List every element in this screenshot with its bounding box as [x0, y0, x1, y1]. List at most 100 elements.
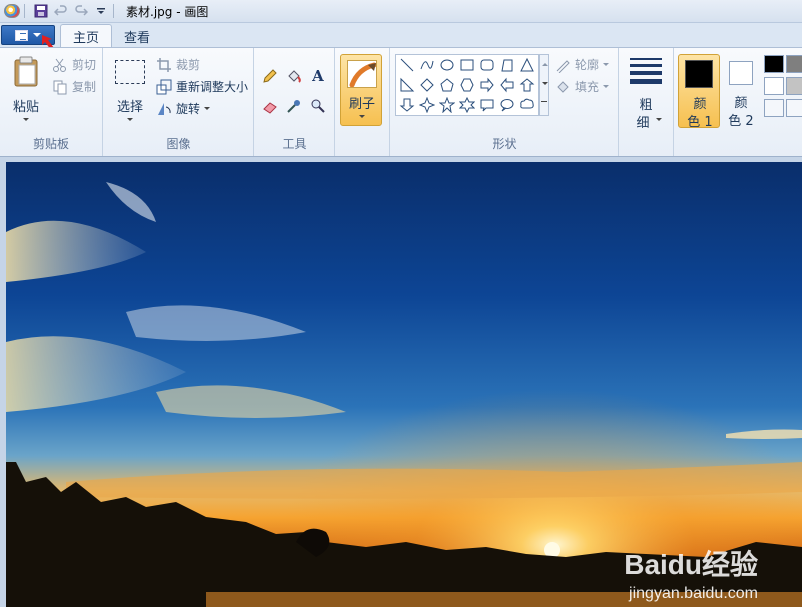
- oval-callout-shape-icon[interactable]: [498, 97, 516, 113]
- palette-swatch-empty[interactable]: [764, 99, 784, 117]
- magnifier-icon: [311, 99, 325, 113]
- size-group: 粗 细: [620, 48, 674, 156]
- tools-group-label: 工具: [282, 137, 307, 151]
- clipboard-group: 粘贴 剪切 复制 剪贴板: [0, 48, 103, 156]
- triangle-shape-icon[interactable]: [518, 57, 536, 73]
- chevron-down-icon: [656, 118, 662, 121]
- outline-label: 轮廓: [575, 58, 600, 72]
- watermark-brand: Baidu经验: [624, 549, 758, 580]
- rect-callout-shape-icon[interactable]: [478, 97, 496, 113]
- palette-swatch[interactable]: [764, 55, 784, 73]
- brushes-button[interactable]: 刷子: [340, 54, 382, 126]
- brushes-group: 刷子: [336, 48, 390, 156]
- line-shape-icon[interactable]: [398, 57, 416, 73]
- undo-icon[interactable]: [53, 3, 69, 19]
- text-tool[interactable]: A: [307, 66, 329, 86]
- size-label-line2: 细: [636, 116, 650, 131]
- copy-icon: [53, 80, 67, 94]
- ribbon-tab-row: 主页 查看: [0, 23, 802, 48]
- watermark-url: jingyan.baidu.com: [629, 585, 758, 602]
- watermark: Baidu经验: [624, 543, 758, 583]
- palette-swatch-empty[interactable]: [786, 99, 802, 117]
- title-bar: 素材.jpg - 画图: [0, 0, 802, 23]
- canvas-area[interactable]: Baidu经验 jingyan.baidu.com: [0, 157, 802, 607]
- chevron-down-icon: [603, 85, 610, 88]
- color1-button[interactable]: 颜 色 1: [678, 54, 720, 130]
- rectangle-shape-icon[interactable]: [458, 57, 476, 73]
- paste-button[interactable]: 粘贴: [6, 52, 46, 130]
- four-point-star-shape-icon[interactable]: [418, 97, 436, 113]
- tools-group: A 工具: [255, 48, 335, 156]
- sunset-scene: [6, 162, 802, 607]
- crop-button[interactable]: 裁剪: [156, 56, 200, 73]
- save-icon[interactable]: [33, 3, 49, 19]
- color2-label-line2: 色 2: [728, 114, 754, 129]
- chevron-down-icon: [603, 63, 610, 66]
- copy-label: 复制: [72, 80, 97, 94]
- size-button[interactable]: 粗 细: [624, 54, 668, 132]
- brushes-label: 刷子: [348, 97, 375, 112]
- fill-button[interactable]: 填充: [555, 78, 610, 95]
- tab-home[interactable]: 主页: [60, 24, 113, 48]
- oval-shape-icon[interactable]: [438, 57, 456, 73]
- color2-label-line1: 颜: [734, 96, 748, 111]
- six-point-star-shape-icon[interactable]: [458, 97, 476, 113]
- color2-button[interactable]: 颜 色 2: [723, 54, 765, 129]
- color-picker-tool[interactable]: [283, 96, 305, 116]
- crop-icon: [157, 57, 171, 72]
- arrow-down-shape-icon[interactable]: [398, 97, 416, 113]
- window-title: 素材.jpg - 画图: [126, 4, 209, 19]
- pencil-tool[interactable]: [259, 66, 281, 86]
- paste-label: 粘贴: [12, 100, 39, 115]
- fill-label: 填充: [575, 80, 600, 94]
- color2-swatch: [729, 61, 753, 85]
- menu-icon: [15, 29, 28, 41]
- scissors-icon: [53, 58, 66, 72]
- diamond-shape-icon[interactable]: [418, 77, 436, 93]
- polygon-shape-icon[interactable]: [498, 57, 516, 73]
- copy-button[interactable]: 复制: [52, 78, 96, 95]
- redo-icon[interactable]: [73, 3, 89, 19]
- five-point-star-shape-icon[interactable]: [438, 97, 456, 113]
- eraser-icon: [263, 102, 277, 114]
- fill-tool[interactable]: [283, 66, 305, 86]
- select-button[interactable]: 选择: [110, 52, 150, 130]
- cut-button[interactable]: 剪切: [52, 56, 96, 73]
- color1-swatch: [685, 60, 713, 88]
- curve-shape-icon[interactable]: [418, 57, 436, 73]
- shapes-group: 轮廓 填充 形状: [391, 48, 619, 156]
- cloud-callout-shape-icon[interactable]: [518, 97, 536, 113]
- paint-app-icon[interactable]: [4, 3, 20, 19]
- outline-icon: [556, 59, 570, 73]
- eraser-tool[interactable]: [259, 96, 281, 116]
- arrow-up-shape-icon[interactable]: [518, 77, 536, 93]
- hexagon-shape-icon[interactable]: [458, 77, 476, 93]
- pencil-icon: [263, 69, 277, 83]
- landscape-photo[interactable]: Baidu经验 jingyan.baidu.com: [6, 162, 802, 607]
- palette-swatch[interactable]: [786, 77, 802, 95]
- arrow-right-shape-icon[interactable]: [478, 77, 496, 93]
- chevron-down-icon: [204, 107, 211, 110]
- tab-view[interactable]: 查看: [112, 24, 162, 48]
- rounded-rectangle-shape-icon[interactable]: [478, 57, 496, 73]
- qat-customize-icon[interactable]: [93, 3, 109, 19]
- rotate-label: 旋转: [176, 102, 201, 116]
- right-triangle-shape-icon[interactable]: [398, 77, 416, 93]
- size-label-line1: 粗: [639, 98, 653, 113]
- pentagon-shape-icon[interactable]: [438, 77, 456, 93]
- shapes-gallery-scroll[interactable]: [539, 54, 549, 116]
- arrow-left-shape-icon[interactable]: [498, 77, 516, 93]
- rotate-button[interactable]: 旋转: [156, 100, 211, 117]
- resize-button[interactable]: 重新调整大小: [156, 78, 248, 95]
- resize-icon: [156, 79, 172, 94]
- clipboard-group-label: 剪贴板: [32, 137, 69, 151]
- color1-label-line2: 色 1: [687, 115, 713, 130]
- chevron-down-icon: [23, 118, 29, 121]
- palette-swatch[interactable]: [786, 55, 802, 73]
- select-label: 选择: [116, 100, 143, 115]
- magnifier-tool[interactable]: [307, 96, 329, 116]
- fill-icon: [557, 80, 569, 93]
- outline-button[interactable]: 轮廓: [555, 56, 610, 73]
- image-group: 选择 裁剪 重新调整大小 旋转 图像: [104, 48, 254, 156]
- palette-swatch[interactable]: [764, 77, 784, 95]
